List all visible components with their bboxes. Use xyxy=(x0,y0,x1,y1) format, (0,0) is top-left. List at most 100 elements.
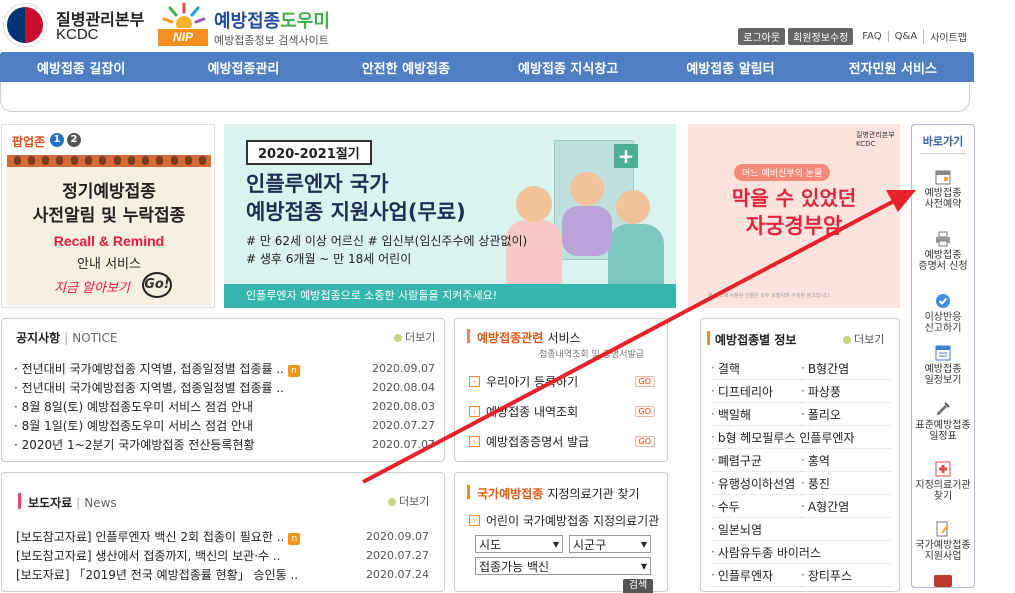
hpv-title-1: 막을 수 있었던 xyxy=(731,186,857,210)
notice-box: 공지사항 | NOTICE 더보기 · 전년대비 국가예방접종 지역별, 접종일정별… xyxy=(1,318,445,462)
sitemap-link[interactable]: 사이트맵 xyxy=(923,28,973,44)
hospital-search-button[interactable]: 검색 xyxy=(623,579,653,593)
vaccine-list: 결핵 B형간염 디프테리아 파상풍 백일해 폴리오 b형 헤모필루스 인플루엔자… xyxy=(711,357,891,587)
quick-hospital-finder[interactable]: 지정의료기관 찾기 xyxy=(914,461,972,502)
service-title: 예방접종관련 서비스 xyxy=(477,331,581,345)
vaccine-item[interactable]: 디프테리아 xyxy=(711,380,801,403)
popup-page-2[interactable]: 2 xyxy=(67,133,81,147)
popup-zone-title: 팝업존 xyxy=(12,135,46,149)
quick-standard-schedule[interactable]: 표준예방접종 일정표 xyxy=(914,401,972,442)
vaccine-item[interactable]: 백일해 xyxy=(711,403,801,426)
list-item[interactable]: · 전년대비 국가예방접종 지역별, 접종일정별 접종률 .. n 2020.09.… xyxy=(14,359,435,378)
qna-link[interactable]: Q&A xyxy=(887,30,924,42)
press-more-link[interactable]: 더보기 xyxy=(388,493,429,509)
list-item[interactable]: · 8월 1일(토) 예방접종도우미 서비스 점검 안내 2020.07.27 xyxy=(14,416,435,435)
family-body-3 xyxy=(608,224,664,284)
quick-adverse-report[interactable]: 이상반응 신고하기 xyxy=(914,293,972,334)
vaccine-item[interactable]: 일본뇌염 xyxy=(711,518,891,541)
vaccine-item[interactable]: 인플루엔자 xyxy=(711,564,801,587)
hospital-finder-box: 국가예방접종 지정의료기관 찾기 › 어린이 국가예방접종 지정의료기관 시도 ▾ … xyxy=(454,472,668,593)
flu-banner[interactable]: + 2020-2021절기 인플루엔자 국가 예방접종 지원사업(무료) # 만… xyxy=(224,124,676,308)
nav-item-eservice[interactable]: 전자민원 서비스 xyxy=(812,58,974,77)
nip-badge: NIP xyxy=(158,29,208,46)
vaccine-item[interactable]: 풍진 xyxy=(801,472,891,495)
flu-target-2: # 생후 6개월 ~ 만 18세 어린이 xyxy=(246,252,412,266)
sigungu-select[interactable]: 시군구 ▾ xyxy=(569,535,651,553)
popup-zone[interactable]: 팝업존 1 2 정기예방접종 사전알림 및 누락접종 Recall & Remi… xyxy=(1,124,215,308)
nav-item-knowledge[interactable]: 예방접종 지식창고 xyxy=(487,58,649,77)
chevron-down-icon: ▾ xyxy=(640,537,647,551)
go-button[interactable]: GO xyxy=(634,405,655,417)
quick-national-program[interactable]: 국가예방접종 지원사업 xyxy=(914,521,972,562)
popup-go-button[interactable]: Go! xyxy=(142,272,172,298)
vaccine-item[interactable]: 폴리오 xyxy=(801,403,891,426)
hospital-title: 국가예방접종 지정의료기관 찾기 xyxy=(477,487,640,501)
arrow-right-icon: › xyxy=(469,375,480,387)
vaccine-item[interactable]: 폐렴구균 xyxy=(711,449,801,472)
list-item[interactable]: · 2020년 1~2분기 국가예방접종 전산등록현황 2020.07.07 xyxy=(14,435,435,454)
family-face-2 xyxy=(570,172,604,206)
vaccine-info-title: 예방접종별 정보 xyxy=(715,333,797,347)
site-subtitle: 예방접종정보 검색사이트 xyxy=(214,34,329,47)
nip-logo[interactable]: NIP 예방접종도우미 예방접종정보 검색사이트 xyxy=(158,2,338,47)
arrow-right-icon: › xyxy=(469,435,480,447)
list-item[interactable]: [보도참고자료] 인플루엔자 백신 2회 접종이 필요한 .. n 2020.09.… xyxy=(16,527,429,546)
nav-item-management[interactable]: 예방접종관리 xyxy=(162,58,324,77)
schedule-list-icon xyxy=(935,345,951,361)
notice-more-link[interactable]: 더보기 xyxy=(394,329,435,345)
calendar-icon xyxy=(935,169,951,185)
hospital-title-bar xyxy=(467,485,470,499)
flu-banner-footer: 인플루엔자 예방접종으로 소중한 사람들을 지켜주세요! xyxy=(224,284,676,308)
hpv-banner[interactable]: 질병관리본부 KCDC 어느 예비신부의 눈물 막을 수 있었던 자궁경부암 본… xyxy=(688,124,900,308)
vaccine-item[interactable]: 사람유두종 바이러스 xyxy=(711,541,891,564)
vaccine-item[interactable]: 파상풍 xyxy=(801,380,891,403)
register-baby-link[interactable]: › 우리아기 등록하기 GO xyxy=(469,370,655,392)
vaccine-item[interactable]: B형간염 xyxy=(801,357,891,380)
logout-button[interactable]: 로그아웃 xyxy=(738,27,786,45)
sido-select[interactable]: 시도 ▾ xyxy=(475,535,563,553)
chevron-down-icon: ▾ xyxy=(552,537,559,551)
vaccine-info-box: 예방접종별 정보 더보기 결핵 B형간염 디프테리아 파상풍 백일해 폴리오 b… xyxy=(700,318,900,592)
nav-item-notice[interactable]: 예방접종 알림터 xyxy=(649,58,811,77)
vaccine-more-link[interactable]: 더보기 xyxy=(843,331,884,347)
vaccine-title-bar xyxy=(707,331,710,345)
member-edit-button[interactable]: 회원정보수정 xyxy=(788,27,854,45)
flu-target-1: # 만 62세 이상 어르신 # 임신부(임신주수에 상관없이) xyxy=(246,234,528,248)
notice-list: · 전년대비 국가예방접종 지역별, 접종일정별 접종률 .. n 2020.09.… xyxy=(14,359,435,454)
nav-item-safety[interactable]: 안전한 예방접종 xyxy=(325,58,487,77)
go-button[interactable]: GO xyxy=(634,435,655,447)
vaccine-item[interactable]: b형 헤모필루스 인플루엔자 xyxy=(711,426,891,449)
list-item[interactable]: [보도참고자료] 생산에서 접종까지, 백신의 보관·수 .. 2020.07.2… xyxy=(16,546,429,565)
syringe-icon xyxy=(935,401,951,417)
family-face-1 xyxy=(516,186,552,222)
quick-reservation[interactable]: 예방접종 사전예약 xyxy=(914,169,972,210)
vaccine-item[interactable]: 홍역 xyxy=(801,449,891,472)
kdca-logo[interactable]: 질병관리본부 KCDC xyxy=(4,2,154,46)
history-lookup-link[interactable]: › 예방접종 내역조회 GO xyxy=(469,400,655,422)
nav-item-guide[interactable]: 예방접종 길잡이 xyxy=(0,58,162,77)
quick-certificate[interactable]: 예방접종 증명서 신청 xyxy=(914,231,972,272)
vaccine-select[interactable]: 접종가능 백신 ▾ xyxy=(475,557,651,575)
popup-page-1[interactable]: 1 xyxy=(50,133,64,147)
vaccine-item[interactable]: 유행성이하선염 xyxy=(711,472,801,495)
faq-link[interactable]: FAQ xyxy=(856,31,887,42)
family-illustration xyxy=(506,220,562,284)
list-item[interactable]: [보도자료] 「2019년 전국 예방접종률 현황」 승인통 .. 2020.07… xyxy=(16,565,429,584)
hpv-banner-tag: 어느 예비신부의 눈물 xyxy=(734,164,831,181)
popup-line1: 정기예방접종 xyxy=(62,182,156,202)
new-badge: n xyxy=(288,365,300,377)
list-item[interactable]: · 8월 8일(토) 예방접종도우미 서비스 점검 안내 2020.08.03 xyxy=(14,397,435,416)
new-badge: n xyxy=(288,533,301,545)
vaccine-item[interactable]: 결핵 xyxy=(711,357,801,380)
service-title-bar xyxy=(467,329,470,343)
go-button[interactable]: GO xyxy=(634,375,655,387)
vaccine-item[interactable]: 수두 xyxy=(711,495,801,518)
quick-schedule[interactable]: 예방접종 일정보기 xyxy=(914,345,972,386)
vaccine-item[interactable]: A형간염 xyxy=(801,495,891,518)
hpv-banner-footer: 본 광고에 사용된 인물은 모두 모델이며 구성된 광고입니다. xyxy=(708,293,832,299)
certificate-issue-link[interactable]: › 예방접종증명서 발급 GO xyxy=(469,430,655,452)
vaccine-item[interactable]: 장티푸스 xyxy=(801,564,891,587)
hospital-tab-child[interactable]: › 어린이 국가예방접종 지정의료기관 xyxy=(469,509,665,531)
hpv-title-2: 자궁경부암 xyxy=(745,214,843,238)
list-item[interactable]: · 전년대비 국가예방접종 지역별, 접종일정별 접종률 .. 2020.08.0… xyxy=(14,378,435,397)
